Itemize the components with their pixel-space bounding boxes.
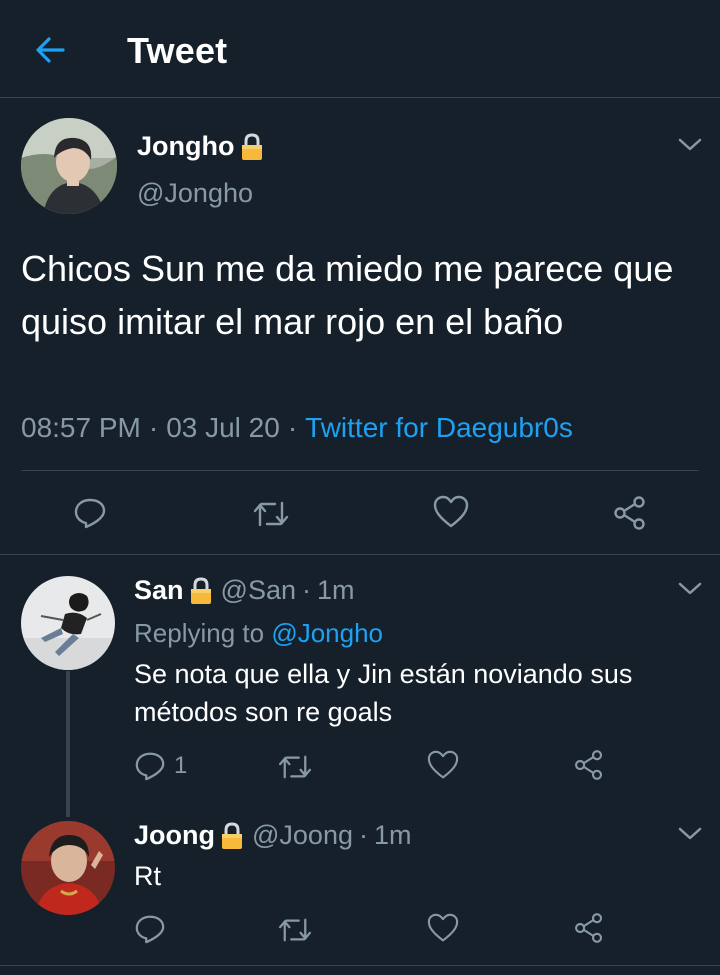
arrow-left-icon — [36, 37, 65, 63]
back-button[interactable] — [30, 30, 70, 70]
retweet-button[interactable] — [276, 753, 314, 781]
author-handle[interactable]: @Jongho — [137, 178, 253, 209]
page-title: Tweet — [127, 30, 228, 71]
top-bar: Tweet — [0, 0, 720, 98]
share-icon — [614, 496, 645, 530]
author-name[interactable]: Jongho — [137, 131, 266, 162]
chevron-down-icon[interactable] — [677, 826, 703, 842]
lock-icon — [222, 821, 242, 849]
divider — [21, 470, 699, 471]
heart-icon — [427, 913, 459, 942]
lock-icon — [190, 576, 211, 604]
reply-tweet[interactable]: Joong @Joong · 1m Rt — [0, 800, 720, 965]
like-button[interactable] — [427, 750, 459, 780]
retweet-icon — [278, 918, 312, 942]
separator: · — [301, 575, 311, 605]
reply-header: Joong @Joong · 1m — [134, 820, 412, 851]
reply-text: Rt — [134, 861, 161, 891]
author-handle[interactable]: @Joong — [252, 820, 353, 851]
main-tweet: Jongho @Jongho Chicos Sun me da miedo me… — [0, 98, 720, 555]
share-button[interactable] — [573, 749, 605, 781]
reply-button[interactable] — [73, 496, 107, 530]
retweet-icon — [253, 501, 289, 527]
reply-button[interactable] — [134, 913, 166, 945]
reply-count: 1 — [174, 752, 188, 779]
chevron-down-icon[interactable] — [677, 137, 703, 153]
avatar[interactable] — [21, 118, 117, 214]
replying-to-link[interactable]: @Jongho — [271, 618, 383, 648]
like-button[interactable] — [427, 913, 459, 943]
reply-icon — [74, 498, 106, 529]
share-button[interactable] — [573, 912, 605, 944]
chevron-down-icon[interactable] — [677, 581, 703, 597]
reply-button[interactable]: 1 — [134, 750, 187, 782]
author-name-text: Jongho — [137, 131, 235, 161]
reply-icon — [135, 752, 165, 781]
separator: · — [358, 820, 368, 850]
tweet-text: Chicos Sun me da miedo me parece que qui… — [21, 248, 674, 342]
heart-icon — [427, 750, 459, 779]
share-icon — [575, 913, 603, 943]
lock-icon — [242, 132, 263, 160]
thread-line — [66, 671, 70, 817]
tweet-source-link[interactable]: Twitter for Daegubr0s — [305, 412, 573, 443]
share-button[interactable] — [612, 495, 648, 531]
retweet-button[interactable] — [251, 499, 291, 529]
reply-text: Se nota que ella y Jin están noviando su… — [134, 659, 633, 727]
retweet-button[interactable] — [276, 916, 314, 944]
retweet-icon — [278, 755, 312, 779]
tweet-date: 03 Jul 20 — [166, 412, 280, 443]
separator: · — [148, 412, 159, 443]
tweet-time: 08:57 PM — [21, 412, 141, 443]
author-name[interactable]: San — [134, 575, 184, 606]
reply-header: San @San · 1m — [134, 575, 355, 606]
share-icon — [575, 750, 603, 780]
replying-to: Replying to @Jongho — [134, 618, 383, 649]
author-handle[interactable]: @San — [221, 575, 296, 606]
divider — [0, 965, 720, 966]
author-name[interactable]: Joong — [134, 820, 215, 851]
like-button[interactable] — [433, 495, 469, 529]
tweet-meta: 08:57 PM · 03 Jul 20 · Twitter for Daegubr0s — [21, 412, 573, 444]
avatar[interactable] — [21, 576, 115, 670]
tweet-time: 1m — [373, 820, 412, 850]
separator: · — [287, 412, 298, 443]
reply-icon — [135, 915, 165, 944]
tweet-time: 1m — [316, 575, 355, 605]
avatar[interactable] — [21, 821, 115, 915]
heart-icon — [433, 495, 469, 528]
replying-to-label: Replying to — [134, 618, 265, 648]
reply-tweet[interactable]: San @San · 1m Replying to @Jongho Se not… — [0, 555, 720, 817]
